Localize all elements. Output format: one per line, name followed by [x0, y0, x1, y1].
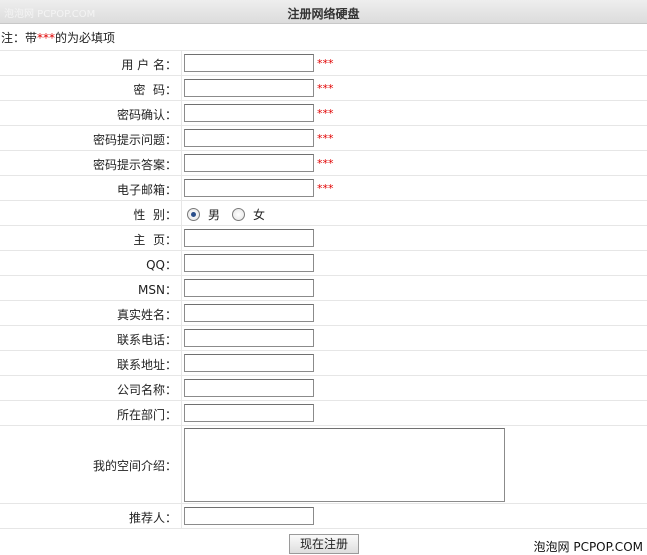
gender-label: 性 别：	[133, 208, 177, 222]
gender-female-label[interactable]: 女	[253, 206, 265, 223]
hint-answer-input[interactable]	[184, 154, 314, 172]
register-button[interactable]: 现在注册	[289, 534, 359, 554]
required-mark: ***	[317, 57, 334, 70]
homepage-input[interactable]	[184, 229, 314, 247]
footer-credit: 泡泡网 PCPOP.COM	[533, 540, 643, 554]
required-note-prefix: 注：带	[1, 31, 38, 45]
row-email: 电子邮箱： ***	[0, 176, 647, 201]
address-input[interactable]	[184, 354, 314, 372]
row-password: 密 码： ***	[0, 76, 647, 101]
qq-label: QQ：	[146, 258, 177, 272]
confirm-password-label: 密码确认：	[116, 108, 177, 122]
email-label: 电子邮箱：	[116, 183, 177, 197]
gender-male-label[interactable]: 男	[208, 206, 220, 223]
department-label: 所在部门：	[116, 408, 177, 422]
required-mark: ***	[317, 107, 334, 120]
hint-question-label: 密码提示问题：	[92, 133, 177, 147]
row-gender: 性 别： 男 女	[0, 201, 647, 226]
username-input[interactable]	[184, 54, 314, 72]
gender-radio-group: 男 女	[187, 206, 277, 223]
title-bar: 泡泡网 PCPOP.COM 注册网络硬盘	[0, 0, 647, 24]
row-realname: 真实姓名：	[0, 301, 647, 326]
required-mark: ***	[317, 132, 334, 145]
phone-input[interactable]	[184, 329, 314, 347]
row-address: 联系地址：	[0, 351, 647, 376]
realname-label: 真实姓名：	[116, 308, 177, 322]
required-note: 注：带***的为必填项	[1, 29, 115, 46]
address-label: 联系地址：	[116, 358, 177, 372]
row-username: 用 户 名： ***	[0, 51, 647, 76]
msn-input[interactable]	[184, 279, 314, 297]
row-homepage: 主 页：	[0, 226, 647, 251]
confirm-password-input[interactable]	[184, 104, 314, 122]
row-question: 密码提示问题： ***	[0, 126, 647, 151]
department-input[interactable]	[184, 404, 314, 422]
referrer-label: 推荐人：	[128, 511, 177, 525]
registration-form: 用 户 名： *** 密 码： *** 密码确认： *** 密码提示问题： **…	[0, 50, 647, 529]
row-intro: 我的空间介绍：	[0, 426, 647, 504]
username-label: 用 户 名：	[121, 58, 177, 72]
required-mark: ***	[317, 82, 334, 95]
submit-row: 现在注册 泡泡网 PCPOP.COM	[0, 533, 647, 555]
row-confirm: 密码确认： ***	[0, 101, 647, 126]
password-input[interactable]	[184, 79, 314, 97]
required-note-suffix: 的为必填项	[55, 31, 116, 45]
password-label: 密 码：	[133, 83, 177, 97]
hint-question-input[interactable]	[184, 129, 314, 147]
gender-male-radio[interactable]	[187, 208, 200, 221]
row-referrer: 推荐人：	[0, 504, 647, 529]
hint-answer-label: 密码提示答案：	[92, 158, 177, 172]
required-note-stars: ***	[37, 31, 56, 45]
row-answer: 密码提示答案： ***	[0, 151, 647, 176]
row-msn: MSN：	[0, 276, 647, 301]
homepage-label: 主 页：	[133, 233, 177, 247]
email-input[interactable]	[184, 179, 314, 197]
referrer-input[interactable]	[184, 507, 314, 525]
row-company: 公司名称：	[0, 376, 647, 401]
row-qq: QQ：	[0, 251, 647, 276]
row-phone: 联系电话：	[0, 326, 647, 351]
realname-input[interactable]	[184, 304, 314, 322]
qq-input[interactable]	[184, 254, 314, 272]
company-label: 公司名称：	[116, 383, 177, 397]
row-department: 所在部门：	[0, 401, 647, 426]
gender-female-radio[interactable]	[232, 208, 246, 221]
company-input[interactable]	[184, 379, 314, 397]
intro-label: 我的空间介绍：	[92, 459, 177, 473]
phone-label: 联系电话：	[116, 333, 177, 347]
msn-label: MSN：	[138, 283, 177, 297]
required-mark: ***	[317, 157, 334, 170]
intro-textarea[interactable]	[184, 428, 505, 502]
required-mark: ***	[317, 182, 334, 195]
page-title: 注册网络硬盘	[287, 7, 360, 21]
